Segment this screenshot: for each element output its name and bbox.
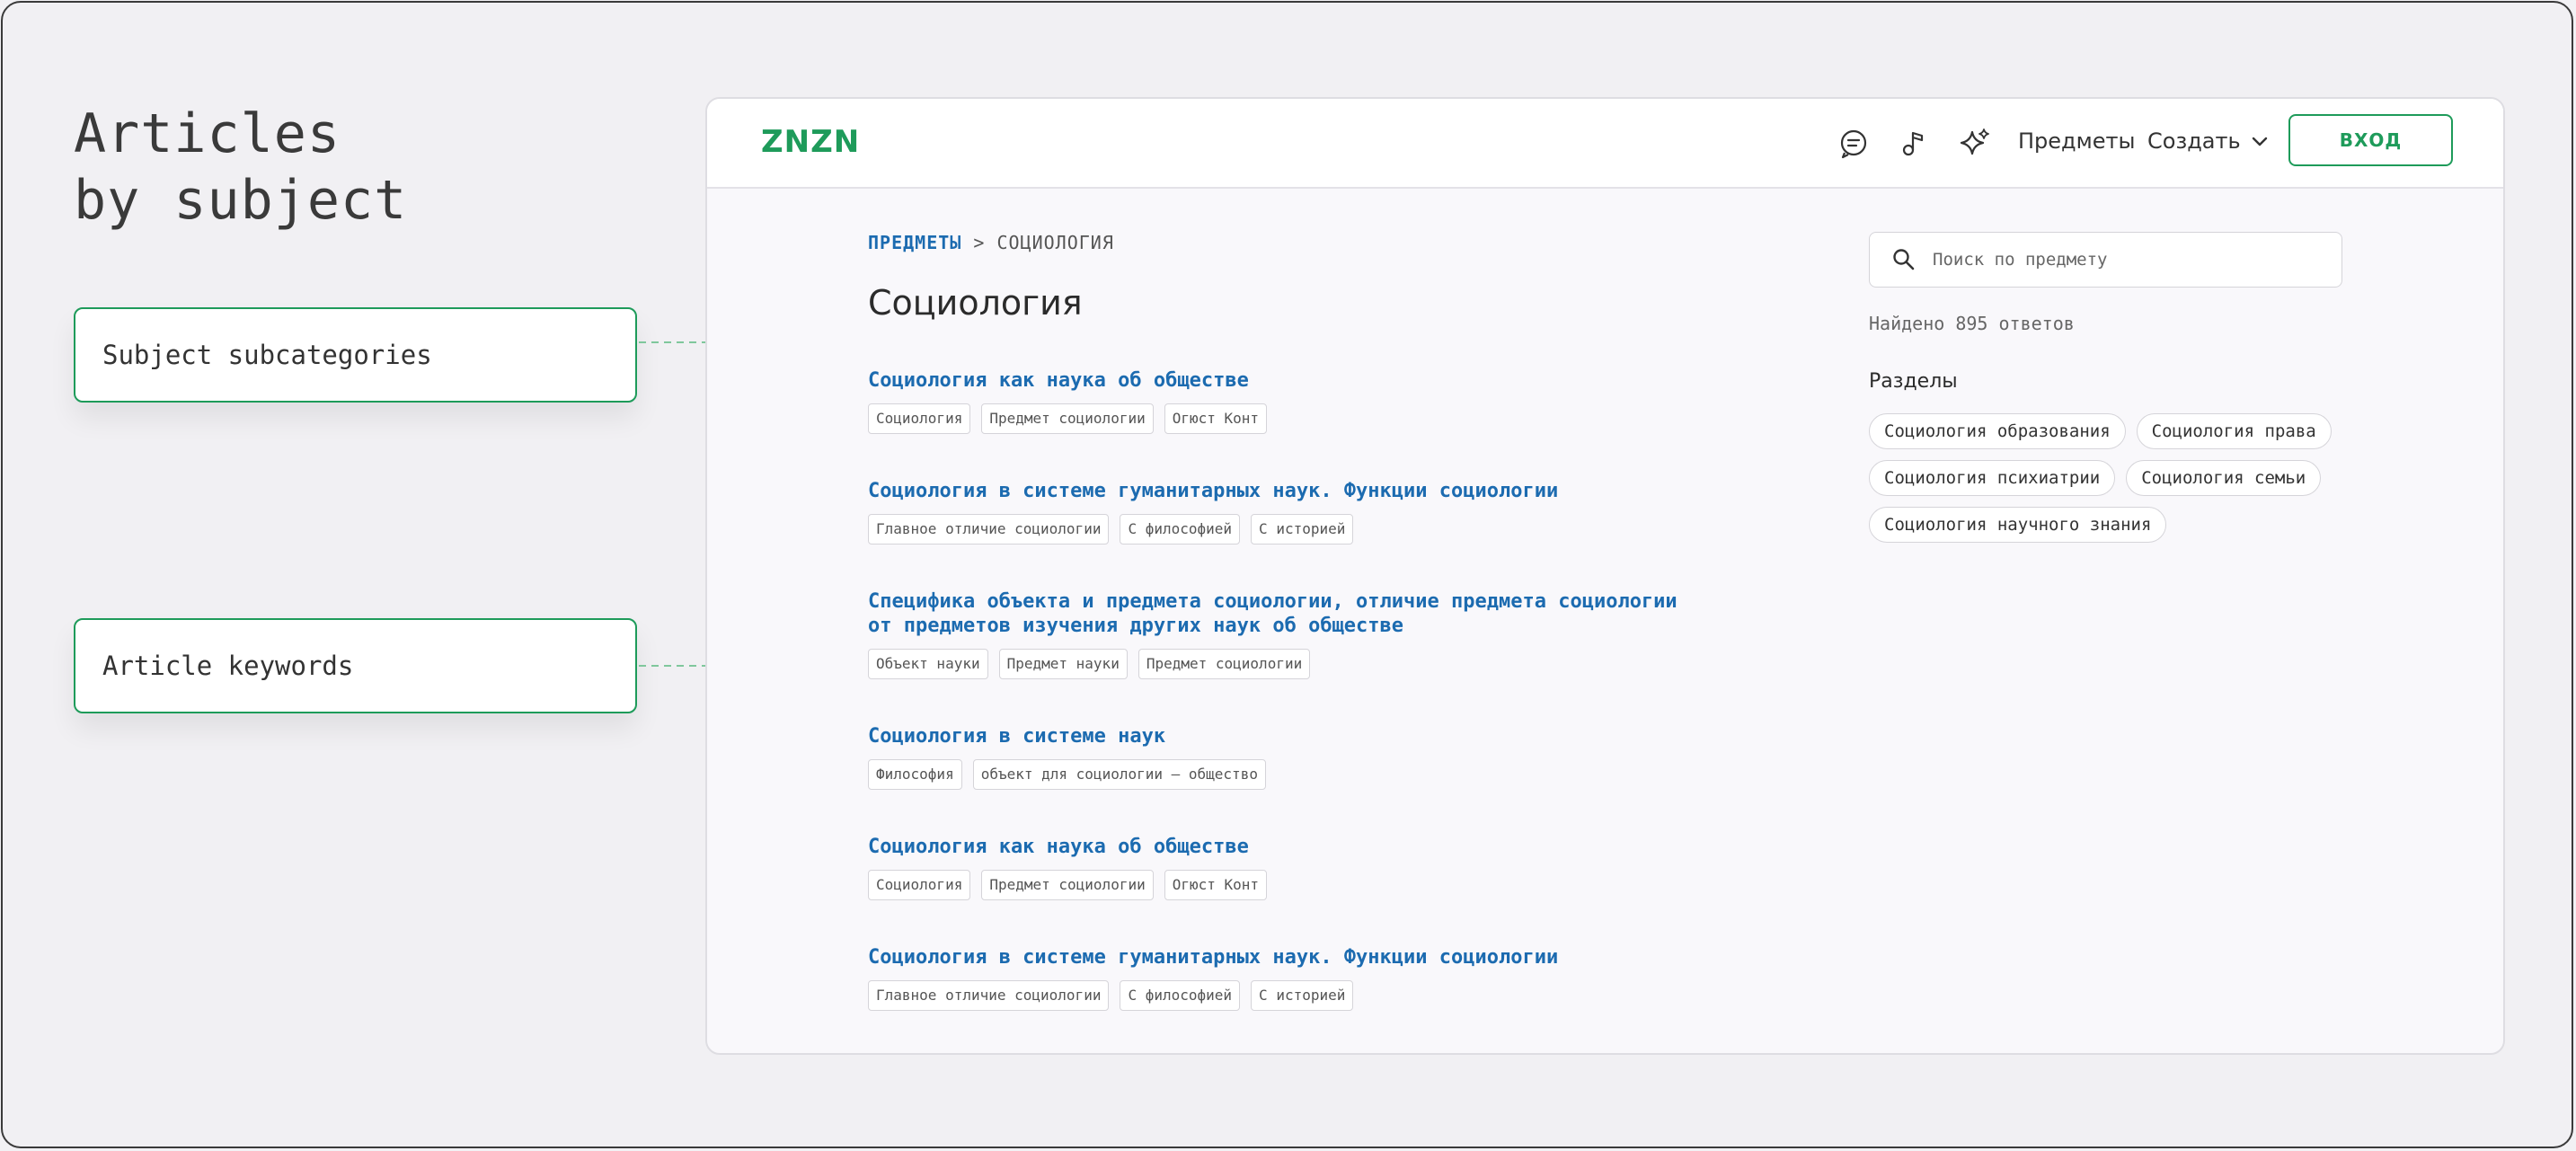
article-title-link[interactable]: Специфика объекта и предмета социологии,… [868,589,1766,638]
callout-keywords-label: Article keywords [102,651,354,681]
results-count: Найдено 895 ответов [1869,313,2075,334]
article-tag[interactable]: Главное отличие социологии [868,514,1110,545]
article-tags: Социология Предмет социологии Огюст Конт [868,870,1766,900]
section-chip[interactable]: Социология научного знания [1869,507,2167,543]
article-tag[interactable]: С философией [1120,980,1241,1011]
article-tag[interactable]: Предмет науки [998,649,1128,679]
article-tag[interactable]: Социология [868,403,971,434]
annotation-heading: Articles by subject [74,101,407,234]
chat-icon[interactable] [1837,126,1871,160]
article-item: Социология как наука об обществе Социоло… [868,835,1766,900]
callout-subcategories-label: Subject subcategories [102,340,432,370]
article-title-link[interactable]: Социология как наука об обществе [868,368,1766,393]
logo[interactable]: ZNZN [761,124,860,160]
nav-create[interactable]: Создать [2147,128,2269,154]
breadcrumb-link-subjects[interactable]: ПРЕДМЕТЫ [868,232,961,253]
annotation-heading-line2: by subject [74,169,408,232]
article-tags: Социология Предмет социологии Огюст Конт [868,403,1766,434]
callout-article-keywords: Article keywords [74,618,637,713]
breadcrumb-separator: > [973,232,986,253]
callout-subject-subcategories: Subject subcategories [74,307,637,403]
subject-search [1869,232,2342,288]
sections-title: Разделы [1869,370,1958,393]
article-tag[interactable]: С философией [1120,514,1241,545]
article-tag[interactable]: Огюст Конт [1164,870,1268,900]
article-tag[interactable]: объект для социологии — общество [972,759,1266,790]
article-item: Специфика объекта и предмета социологии,… [868,589,1766,679]
nav-create-label: Создать [2147,128,2241,154]
breadcrumb-current: СОЦИОЛОГИЯ [996,232,1114,253]
article-tag[interactable]: Философия [868,759,962,790]
sparkle-icon[interactable] [1958,126,1992,160]
section-chip[interactable]: Социология права [2136,413,2332,449]
search-icon [1893,249,1915,270]
article-item: Социология как наука об обществе Социоло… [868,368,1766,434]
annotation-heading-line1: Articles [74,102,341,165]
breadcrumb: ПРЕДМЕТЫ > СОЦИОЛОГИЯ [868,232,1114,253]
chevron-down-icon [2253,137,2268,146]
article-title-link[interactable]: Социология в системе наук [868,724,1766,748]
section-chip[interactable]: Социология психиатрии [1869,460,2116,496]
login-button[interactable]: ВХОД [2288,114,2453,166]
article-tags: Философия объект для социологии — общест… [868,759,1766,790]
article-tags: Главное отличие социологии С философией … [868,514,1766,545]
article-tag[interactable]: С историей [1251,980,1354,1011]
article-tag[interactable]: Огюст Конт [1164,403,1268,434]
article-tag[interactable]: Объект науки [868,649,988,679]
article-item: Социология в системе гуманитарных наук. … [868,479,1766,545]
article-title-link[interactable]: Социология в системе гуманитарных наук. … [868,479,1766,503]
search-input[interactable] [1931,249,2330,270]
article-tag[interactable]: Главное отличие социологии [868,980,1110,1011]
article-tags: Главное отличие социологии С философией … [868,980,1766,1011]
article-tag[interactable]: Предмет социологии [981,870,1154,900]
app-header: ZNZN Предметы Создать ВХОД [707,99,2503,189]
article-title-link[interactable]: Социология в системе гуманитарных наук. … [868,945,1766,969]
section-chip[interactable]: Социология образования [1869,413,2126,449]
article-item: Социология в системе наук Философия объе… [868,724,1766,790]
article-tag[interactable]: Предмет социологии [981,403,1154,434]
article-tag[interactable]: Социология [868,870,971,900]
article-title-line1: Специфика объекта и предмета социологии,… [868,590,1677,613]
article-item: Социология в системе гуманитарных наук. … [868,945,1766,1011]
article-tag[interactable]: С историей [1251,514,1354,545]
article-title-line2: от предметов изучения других наук об общ… [868,615,1404,637]
app-window: ZNZN Предметы Создать ВХОД ПРЕДМЕТЫ > СО… [705,97,2505,1055]
section-chip[interactable]: Социология семьи [2126,460,2322,496]
article-title-link[interactable]: Социология как наука об обществе [868,835,1766,859]
page-title: Социология [868,283,1083,323]
article-tag[interactable]: Предмет социологии [1138,649,1311,679]
article-tags: Объект науки Предмет науки Предмет социо… [868,649,1766,679]
nav-subjects[interactable]: Предметы [2018,128,2135,154]
music-note-icon[interactable] [1897,126,1931,160]
section-chips: Социология образования Социология права … [1869,413,2372,543]
